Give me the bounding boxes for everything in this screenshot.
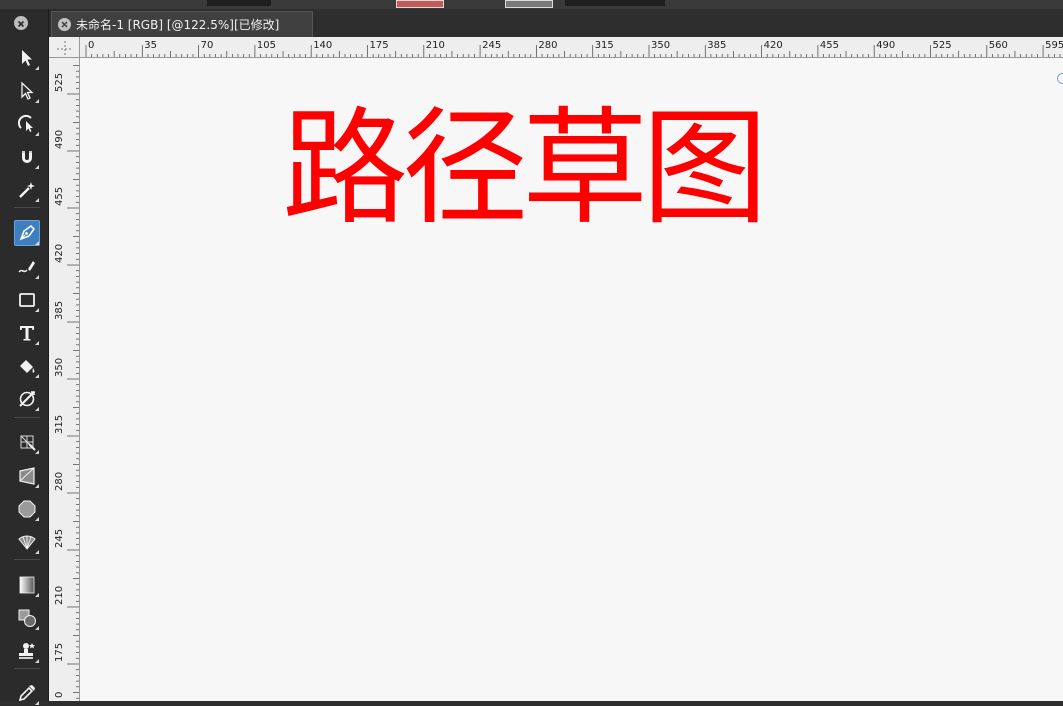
ruler-label: 175	[54, 643, 65, 662]
ruler-label: 525	[933, 40, 952, 51]
mesh-tool[interactable]	[14, 429, 40, 455]
ruler-label: 280	[54, 472, 65, 491]
ruler-label: 70	[201, 40, 214, 51]
document-tab-title: 未命名-1 [RGB] [@122.5%][已修改]	[76, 18, 280, 32]
ruler-label: 350	[54, 358, 65, 377]
ruler-label: 210	[54, 586, 65, 605]
fill-tool[interactable]	[14, 353, 40, 379]
ruler-label: 595	[1045, 40, 1063, 51]
color-swatch[interactable]	[396, 0, 444, 8]
options-bar	[0, 0, 1063, 9]
top-strip-field-2[interactable]	[565, 0, 665, 6]
vertical-ruler[interactable]: 525 490 455 420 385 350 315 280 245 210 175 0	[49, 58, 80, 701]
object-handle[interactable]	[1057, 73, 1063, 84]
ruler-label: 385	[707, 40, 726, 51]
ruler-label: 210	[426, 40, 445, 51]
ruler-label: 490	[54, 130, 65, 149]
ruler-label: 315	[54, 415, 65, 434]
ruler-label: 455	[820, 40, 839, 51]
canvas[interactable]: 路径草图	[80, 58, 1063, 701]
ruler-label: 140	[313, 40, 332, 51]
magnet-tool[interactable]	[14, 144, 40, 170]
ruler-label: 490	[876, 40, 895, 51]
node-tool[interactable]	[14, 78, 40, 104]
horizontal-ruler[interactable]: 0 35 70 105 140 175 210 245 280 315 350 385 420 455 49…	[80, 37, 1063, 58]
selection-tool[interactable]	[14, 45, 40, 71]
ruler-origin[interactable]	[49, 37, 80, 58]
document-tab-strip: 未命名-1 [RGB] [@122.5%][已修改]	[49, 9, 1063, 37]
pencil-tool[interactable]	[14, 254, 40, 280]
ruler-label: 245	[482, 40, 501, 51]
document-tab[interactable]: 未命名-1 [RGB] [@122.5%][已修改]	[51, 11, 313, 37]
ruler-label: 35	[144, 40, 157, 51]
ruler-label: 385	[54, 301, 65, 320]
symbol-sprayer-tool[interactable]	[14, 529, 40, 555]
magic-wand-tool[interactable]	[14, 177, 40, 203]
tools-panel	[0, 9, 49, 705]
ruler-label: 105	[257, 40, 276, 51]
ruler-label: 420	[54, 244, 65, 263]
canvas-text[interactable]: 路径草图	[282, 106, 768, 232]
shape-tool[interactable]	[14, 496, 40, 522]
ruler-label: 420	[764, 40, 783, 51]
ruler-label: 525	[54, 73, 65, 92]
ruler-label: 560	[989, 40, 1008, 51]
eyedropper-tool[interactable]	[14, 680, 40, 706]
pen-tool[interactable]	[14, 220, 40, 246]
ruler-label: 280	[538, 40, 557, 51]
rectangle-tool[interactable]	[14, 287, 40, 313]
type-tool[interactable]	[14, 320, 40, 346]
top-strip-field[interactable]	[207, 0, 271, 6]
ruler-label: 315	[595, 40, 614, 51]
ruler-label: 455	[54, 187, 65, 206]
ruler-label: 245	[54, 529, 65, 548]
gradient-tool[interactable]	[14, 572, 40, 598]
ruler-label: 350	[651, 40, 670, 51]
stamp-tool[interactable]	[14, 638, 40, 664]
stroke-swatch[interactable]	[505, 0, 553, 8]
panel-close-icon[interactable]	[14, 16, 28, 30]
transparency-tool[interactable]	[14, 386, 40, 412]
perspective-tool[interactable]	[14, 463, 40, 489]
blend-tool[interactable]	[14, 605, 40, 631]
ruler-label: 175	[370, 40, 389, 51]
ruler-label: 0	[54, 692, 65, 698]
close-icon[interactable]	[58, 18, 71, 31]
rotate-tool[interactable]	[14, 111, 40, 137]
ruler-label: 0	[88, 40, 94, 51]
